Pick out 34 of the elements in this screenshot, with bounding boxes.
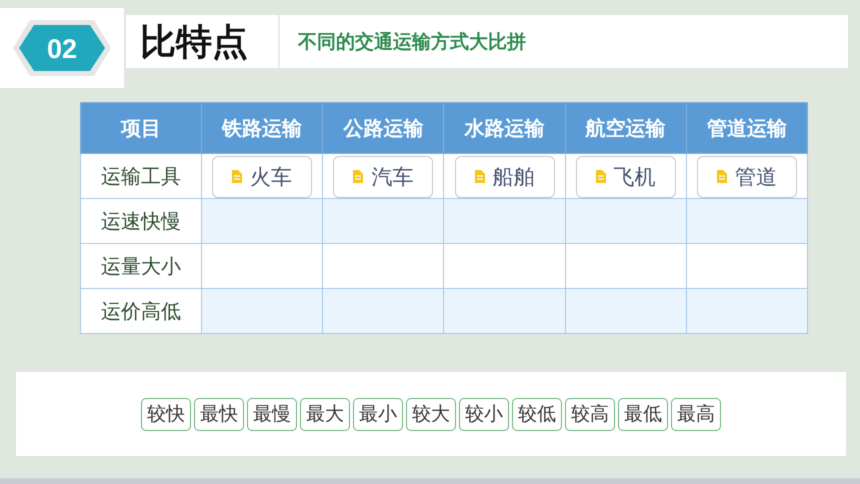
column-header: 水路运输 xyxy=(444,102,566,154)
column-header: 公路运输 xyxy=(322,102,444,154)
answer-chip[interactable]: 船舶 xyxy=(454,156,555,198)
answer-chip[interactable]: 火车 xyxy=(212,156,312,198)
answer-tag[interactable]: 最快 xyxy=(194,398,244,430)
row-label: 运量大小 xyxy=(80,244,202,288)
row-label: 运输工具 xyxy=(80,154,202,198)
answer-tag[interactable]: 最低 xyxy=(618,398,668,430)
document-icon xyxy=(474,170,485,183)
row-label: 运速快慢 xyxy=(80,198,202,244)
number-badge: 02 xyxy=(12,18,112,78)
answer-tag[interactable]: 较高 xyxy=(565,398,615,430)
answer-tag[interactable]: 最慢 xyxy=(247,398,297,430)
document-icon xyxy=(232,170,242,183)
answer-tag[interactable]: 最大 xyxy=(300,398,350,430)
row-label: 运价高低 xyxy=(80,288,202,334)
column-header: 管道运输 xyxy=(686,102,808,154)
answer-tag[interactable]: 最小 xyxy=(353,398,403,430)
document-icon xyxy=(596,170,606,183)
answer-chip[interactable]: 飞机 xyxy=(576,156,676,198)
slide-subtitle: 不同的交通运输方式大比拼 xyxy=(298,30,526,54)
answer-tag[interactable]: 较低 xyxy=(512,398,562,430)
answer-tag[interactable]: 较大 xyxy=(406,398,456,430)
answer-tag[interactable]: 较快 xyxy=(141,398,191,430)
document-icon xyxy=(716,170,727,183)
column-header: 航空运输 xyxy=(565,102,686,154)
document-icon xyxy=(353,170,364,183)
answer-tag[interactable]: 较小 xyxy=(459,398,509,430)
column-header: 项目 xyxy=(80,102,202,154)
answer-chip[interactable]: 汽车 xyxy=(333,156,434,198)
answer-tag[interactable]: 最高 xyxy=(671,398,721,430)
answer-chip[interactable]: 管道 xyxy=(696,156,797,198)
column-header: 铁路运输 xyxy=(202,102,323,154)
slide-title: 比特点 xyxy=(126,15,280,68)
